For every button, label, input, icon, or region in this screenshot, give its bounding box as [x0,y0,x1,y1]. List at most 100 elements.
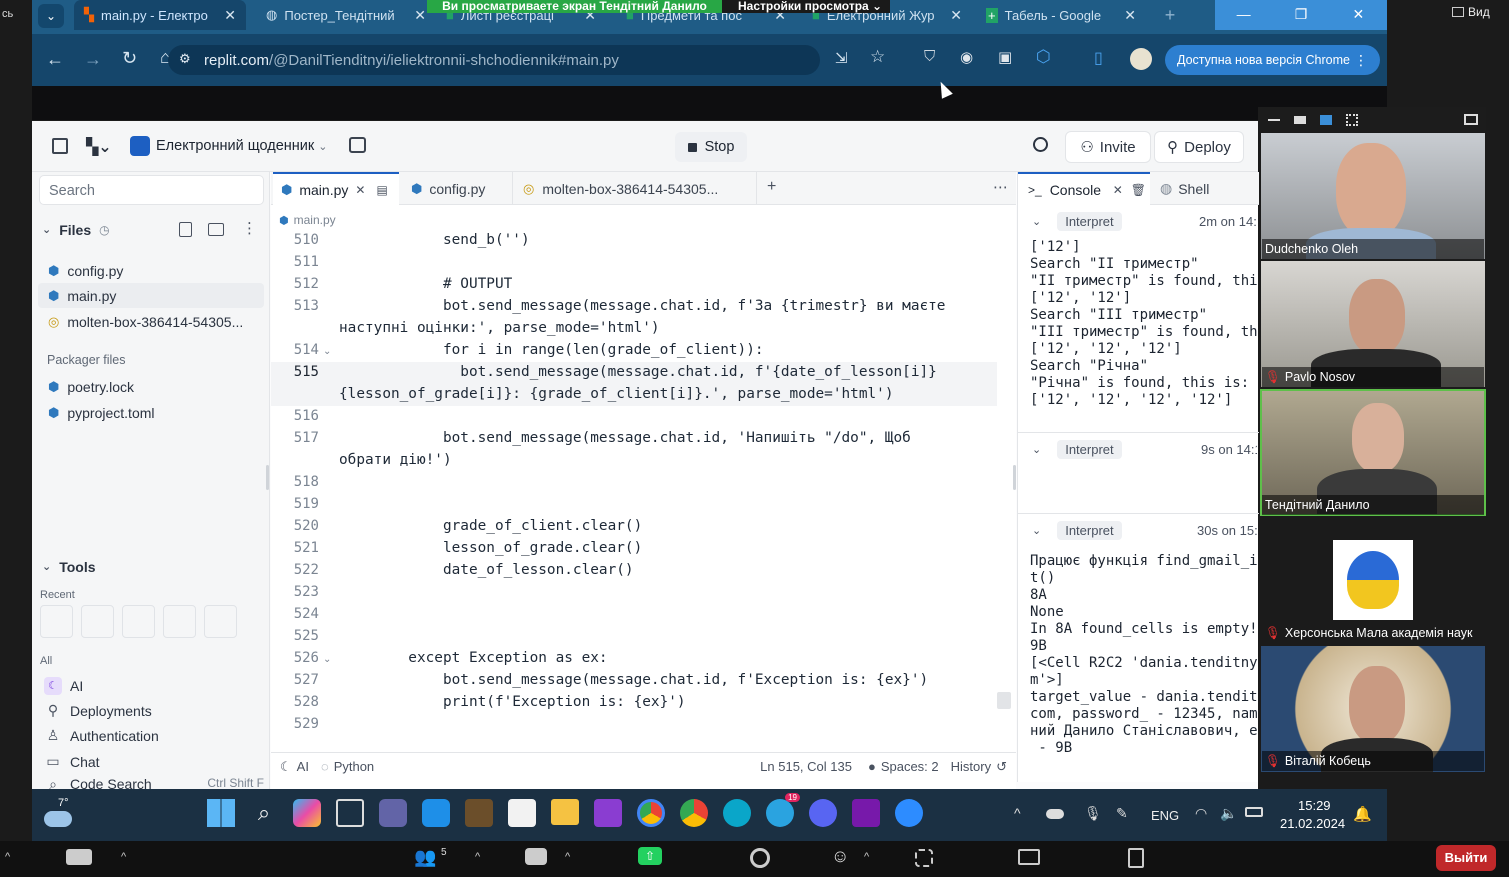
tab-tabel[interactable]: + Табель - Google ✕ [976,0,1146,30]
tab-shell[interactable]: ◍ Shell [1152,172,1252,205]
photos-icon[interactable] [465,799,493,827]
editor-resize-handle[interactable] [1013,465,1016,490]
recent-slot[interactable] [163,605,196,638]
chrome-active-icon[interactable] [637,799,665,827]
view-settings-button[interactable]: Настройки просмотра ⌄ [722,0,890,13]
volume-icon[interactable]: 🔈 [1220,805,1237,822]
onenote-icon[interactable] [852,799,880,827]
close-icon[interactable]: ✕ [1113,183,1123,197]
windows-start-icon[interactable] [207,799,235,827]
cursor-position[interactable]: Ln 515, Col 135 [760,759,852,774]
code-line[interactable]: 512 # OUTPUT [271,273,513,295]
file-pyproject-toml[interactable]: ⬢ pyproject.toml [48,400,155,425]
close-icon[interactable]: ✕ [414,7,426,24]
code-line[interactable]: 514 ⌄ for i in range(len(grade_of_client)… [271,339,764,361]
copilot-icon[interactable] [293,799,321,827]
code-line[interactable]: 524 [271,603,339,625]
tool-chat[interactable]: ▭ Chat [44,749,99,774]
code-line[interactable]: наступні оцінки:', parse_mode='html') [271,317,660,339]
invite-button[interactable]: ⚇ Invite [1065,131,1151,163]
fold-chevron-icon[interactable]: ⌄ [319,647,339,669]
code-line[interactable]: 528 print(f'Exception is: {ex}') [271,691,686,713]
notes-icon[interactable] [422,799,450,827]
sidebar-resize-handle[interactable] [266,465,269,490]
new-tab-icon[interactable]: + [767,178,776,196]
file-explorer-icon[interactable] [551,799,579,825]
code-line[interactable]: 518 [271,471,339,493]
tab-console[interactable]: >_ Console ✕ 🗑 [1018,172,1150,205]
pen-icon[interactable]: ✎ [1116,805,1128,822]
wifi-icon[interactable]: ◠ [1195,805,1207,822]
tool-deployments[interactable]: ⚲ Deployments [44,698,152,723]
zoom-icon[interactable] [895,799,923,827]
shield-extension-icon[interactable]: ⛉ [924,48,935,65]
code-line[interactable]: 526 ⌄ except Exception as ex: [271,647,608,669]
history-button[interactable]: History ↺ [951,759,1007,775]
onedrive-icon[interactable] [1046,809,1064,819]
workspace-menu-icon[interactable] [349,137,366,153]
visual-studio-icon[interactable] [594,799,622,827]
code-line[interactable]: 511 [271,251,339,273]
console-block-1-header[interactable]: ⌄ Interpret 2m on 14:1 [1032,212,1257,231]
more-icon[interactable]: ⋮ [242,219,257,237]
fold-chevron-icon[interactable]: ⌄ [319,339,339,361]
deploy-button[interactable]: ⚲ Deploy [1154,131,1244,163]
participants-icon[interactable]: 👥 [414,847,436,868]
speaker-view-icon[interactable] [1320,114,1332,125]
puzzle-icon[interactable]: ⬡ [1036,47,1051,67]
preview-icon[interactable]: ▤ [376,183,387,197]
new-folder-icon[interactable] [208,223,224,236]
editor-tab-main-py[interactable]: ⬢ main.py ✕ ▤ [273,172,399,205]
chevron-up-icon[interactable]: ^ [475,851,480,863]
editor-tab-molten-box[interactable]: ◎ molten-box-386414-54305... [515,172,757,205]
reactions-icon[interactable]: ☺ [831,846,849,867]
language-status-button[interactable]: ◌ Python [321,759,374,774]
maximize-button[interactable]: ❐ [1272,0,1329,30]
file-main-py[interactable]: ⬢ main.py [38,283,264,308]
code-line[interactable]: 522 date_of_lesson.clear() [271,559,634,581]
file-poetry-lock[interactable]: ⬢ poetry.lock [48,374,134,399]
recent-slot[interactable] [40,605,73,638]
search-input[interactable]: Search [39,175,264,205]
extension-icon[interactable]: ▣ [998,48,1012,66]
recent-slot[interactable] [122,605,155,638]
reload-icon[interactable]: ↻ [122,48,137,69]
console-block-3-header[interactable]: ⌄ Interpret 30s on 15:2 [1032,521,1257,540]
code-line[interactable]: 517 bot.send_message(message.chat.id, 'Н… [271,427,911,449]
vpn-icon[interactable] [723,799,751,827]
code-line[interactable]: 519 [271,493,339,515]
code-line[interactable]: 527 bot.send_message(message.chat.id, f'… [271,669,928,691]
notification-bell-icon[interactable]: 🔔 [1353,805,1372,823]
code-line[interactable]: {lesson_of_grade[i]}: {grade_of_client[i… [271,383,894,405]
weather-widget[interactable]: 7° [42,795,76,835]
leave-button[interactable]: Выйти [1436,845,1496,871]
code-line[interactable]: обрати дію!') [271,449,452,471]
code-line[interactable]: 521 lesson_of_grade.clear() [271,537,643,559]
toggle-sidebar-icon[interactable] [52,138,68,154]
popout-icon[interactable] [1464,114,1478,125]
editor-scrollbar[interactable] [997,692,1011,709]
file-molten-box[interactable]: ◎ molten-box-386414-54305... [48,309,243,334]
telegram-icon[interactable]: 19 [766,793,800,827]
minimize-button[interactable]: — [1215,0,1272,30]
chat-icon[interactable] [525,848,547,865]
install-icon[interactable]: ⇲ [835,49,848,67]
search-icon[interactable]: ⌕ [250,799,278,827]
code-line[interactable]: 525 [271,625,339,647]
site-settings-icon[interactable]: ⚙ [179,51,191,67]
chevron-up-icon[interactable]: ^ [565,851,570,863]
battery-icon[interactable] [1245,807,1263,817]
clock-date[interactable]: 21.02.2024 [1280,816,1345,831]
new-tab-button[interactable]: + [1158,4,1182,26]
more-icon[interactable]: ⋮ [1354,52,1368,69]
store-icon[interactable] [508,799,536,827]
breadcrumb[interactable]: ⬢ main.py [279,213,336,227]
back-icon[interactable]: ← [46,49,64,70]
zoom-view-button[interactable]: Вид [1452,5,1490,19]
forward-icon[interactable]: → [84,49,102,70]
files-header[interactable]: ⌄ Files ◷ [42,217,110,242]
language-indicator[interactable]: ENG [1151,808,1179,823]
whiteboard-icon[interactable] [1018,849,1040,865]
recent-slot[interactable] [204,605,237,638]
task-view-icon[interactable] [336,799,364,827]
